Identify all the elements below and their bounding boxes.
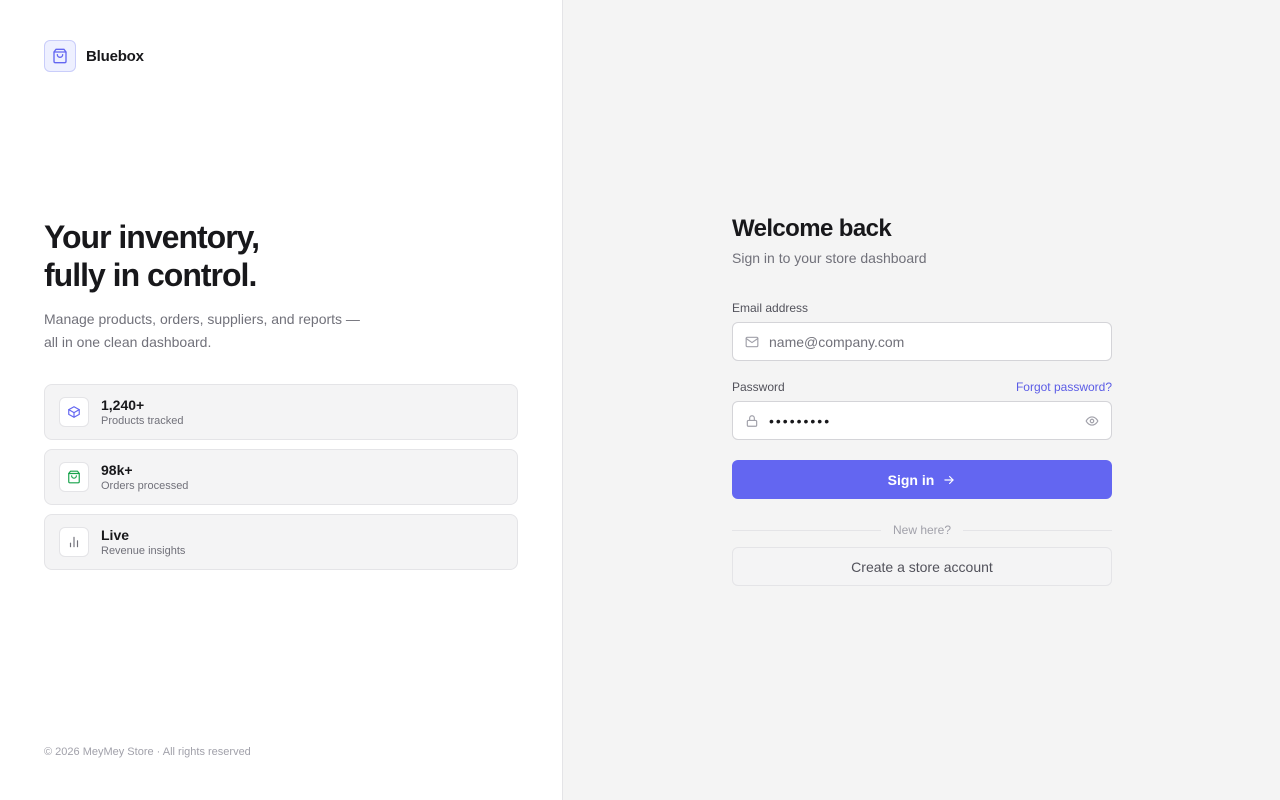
password-label: Password	[732, 380, 785, 394]
stat-card-products: 1,240+ Products tracked	[44, 384, 518, 440]
hero-title-line-2: fully in control.	[44, 257, 257, 293]
stat-value: 1,240+	[101, 396, 145, 413]
bar-chart-icon	[59, 527, 89, 557]
email-input-wrapper[interactable]	[732, 322, 1112, 361]
create-account-button[interactable]: Create a store account	[732, 547, 1112, 586]
password-field-group: Password Forgot password?	[732, 379, 1112, 440]
password-input-wrapper[interactable]	[732, 401, 1112, 440]
shopping-bag-icon	[44, 40, 76, 72]
stat-label: Orders processed	[101, 479, 189, 492]
mail-icon	[745, 335, 759, 349]
box-icon	[59, 397, 89, 427]
brand-name: Bluebox	[86, 47, 144, 65]
copyright-footer: © 2026 MeyMey Store · All rights reserve…	[44, 746, 251, 758]
divider-line	[732, 529, 881, 531]
email-field-group: Email address	[732, 300, 1112, 361]
hero-title-line-1: Your inventory,	[44, 219, 260, 255]
stat-value: Live	[101, 526, 130, 543]
hero-subtitle: Manage products, orders, suppliers, and …	[44, 311, 360, 350]
lock-icon	[745, 414, 759, 428]
form-subtitle: Sign in to your store dashboard	[732, 250, 927, 266]
signin-form: Welcome back Sign in to your store dashb…	[732, 214, 1112, 586]
arrow-right-icon	[942, 473, 956, 487]
login-page: Bluebox Your inventory, fully in control…	[0, 0, 1280, 800]
marketing-panel: Bluebox Your inventory, fully in control…	[0, 0, 563, 800]
eye-icon[interactable]	[1085, 414, 1099, 428]
password-input[interactable]	[769, 412, 1075, 429]
form-title: Welcome back	[732, 215, 892, 242]
brand[interactable]: Bluebox	[44, 40, 144, 72]
auth-panel: Welcome back Sign in to your store dashb…	[563, 0, 1280, 800]
forgot-password-link[interactable]: Forgot password?	[1016, 380, 1112, 394]
divider: New here?	[732, 523, 1112, 537]
stat-card-revenue: Live Revenue insights	[44, 514, 518, 570]
email-input[interactable]	[769, 333, 1099, 350]
hero-title: Your inventory, fully in control.	[44, 218, 518, 294]
stats-list: 1,240+ Products tracked 98k+ Orders proc…	[44, 384, 518, 570]
stat-label: Products tracked	[101, 414, 184, 427]
signin-label: Sign in	[887, 471, 935, 488]
signin-button[interactable]: Sign in	[732, 460, 1112, 499]
stat-value: 98k+	[101, 461, 133, 478]
stat-label: Revenue insights	[101, 544, 186, 557]
email-label: Email address	[732, 301, 809, 315]
divider-text: New here?	[892, 523, 952, 537]
hero: Your inventory, fully in control. Manage…	[44, 218, 518, 354]
divider-line	[963, 529, 1112, 531]
stat-card-orders: 98k+ Orders processed	[44, 449, 518, 505]
shopping-bag-icon	[59, 462, 89, 492]
